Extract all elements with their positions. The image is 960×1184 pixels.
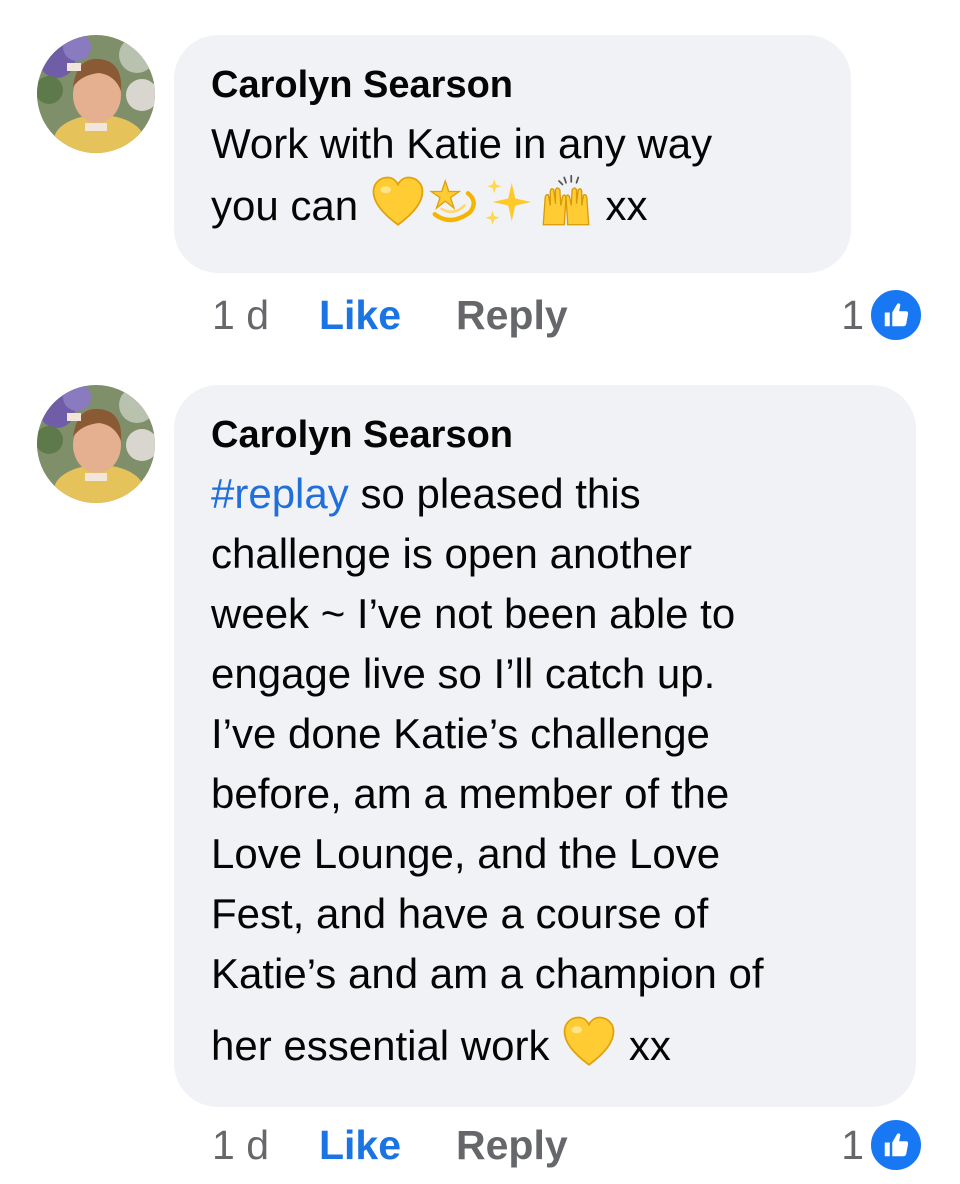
- comment-text-line: Fest, and have a course of: [211, 890, 709, 937]
- comment-bubble: Carolyn Searson #replay so pleased this …: [174, 385, 916, 1107]
- comment-author[interactable]: Carolyn Searson: [211, 412, 880, 458]
- comment-timestamp[interactable]: 1 d: [212, 1122, 319, 1169]
- comment-text-line: Love Lounge, and the Love: [211, 830, 721, 877]
- comment-2: Carolyn Searson #replay so pleased this …: [0, 0, 960, 1184]
- reaction-count: 1: [841, 1121, 864, 1168]
- comment-text-line: Katie’s and am a champion of: [211, 950, 764, 997]
- comment-text-line: challenge is open another: [211, 530, 693, 577]
- comment-text: #replay so pleased this challenge is ope…: [211, 464, 880, 1076]
- comment-text-line: her essential work: [211, 1022, 550, 1069]
- comment-text-line: so pleased this: [360, 470, 641, 517]
- comment-text-line: week ~ I’ve not been able to: [211, 590, 736, 637]
- yellow-heart-icon: [561, 1014, 617, 1070]
- hashtag-link[interactable]: #replay: [211, 470, 349, 517]
- like-reaction-icon: [868, 1117, 924, 1173]
- avatar[interactable]: [37, 385, 155, 503]
- reaction-summary[interactable]: 1: [841, 1115, 924, 1175]
- comment-actions: 1 d Like Reply: [212, 1115, 568, 1175]
- thumbs-up-icon: [881, 1130, 911, 1160]
- comment-trailing-text: xx: [628, 1022, 671, 1069]
- reply-button[interactable]: Reply: [456, 1122, 568, 1169]
- like-button[interactable]: Like: [319, 1122, 456, 1169]
- comment-text-line: before, am a member of the: [211, 770, 730, 817]
- comment-text-line: engage live so I’ll catch up.: [211, 650, 716, 697]
- comment-text-line: I’ve done Katie’s challenge: [211, 710, 710, 757]
